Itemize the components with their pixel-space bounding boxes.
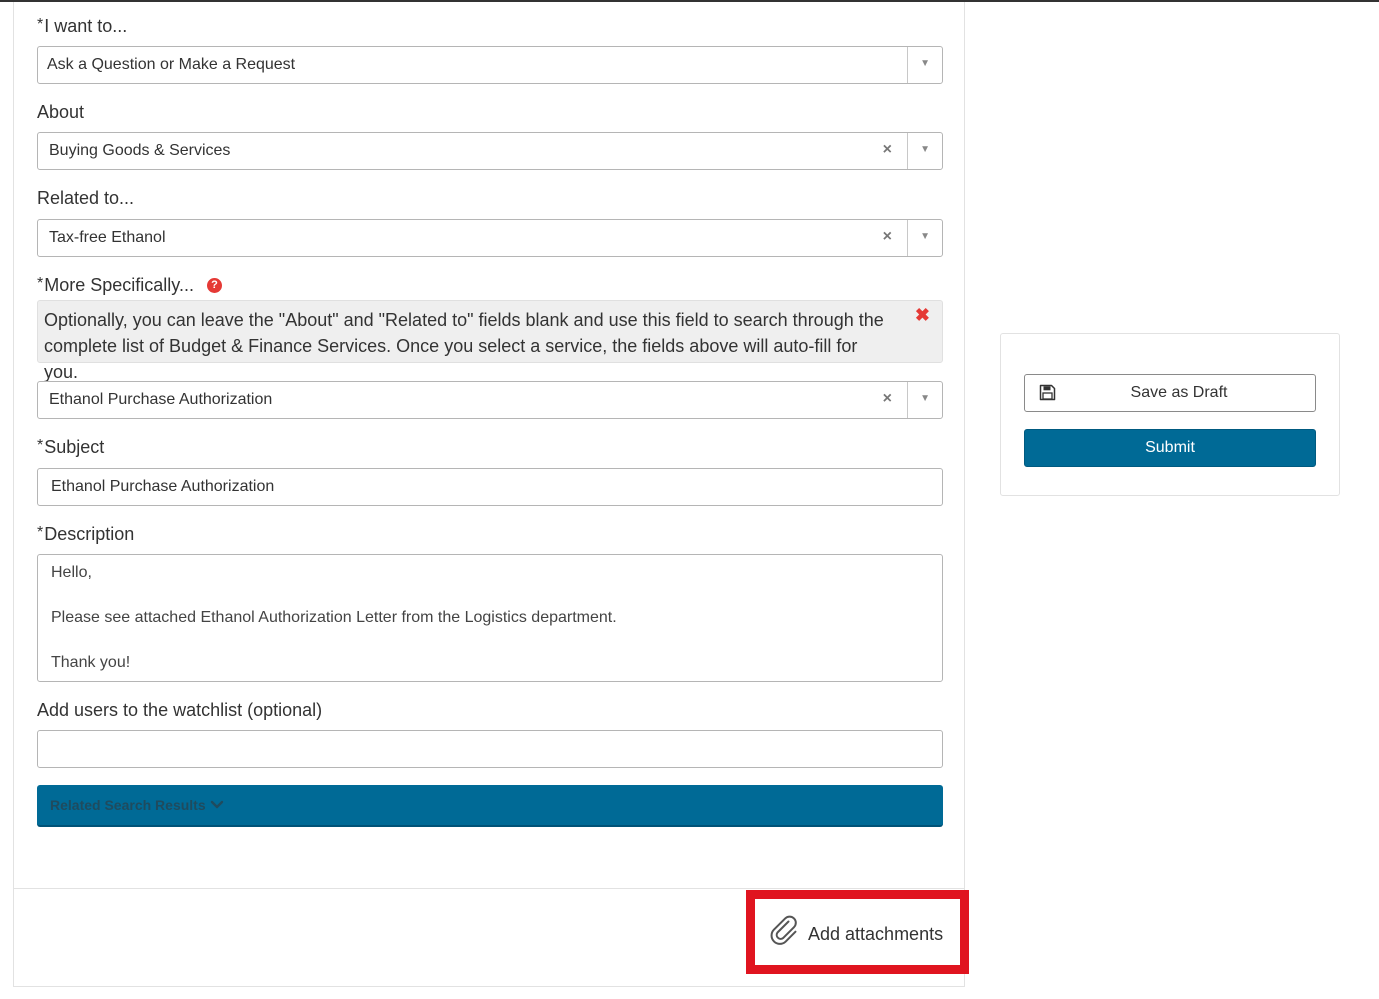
select-divider	[907, 47, 908, 83]
chevron-down-icon	[210, 800, 224, 809]
description-textarea[interactable]: Hello, Please see attached Ethanol Autho…	[37, 554, 943, 682]
required-mark: *	[37, 437, 44, 454]
related-search-results-toggle[interactable]: Related Search Results	[37, 785, 943, 827]
add-attachments-label: Add attachments	[808, 924, 944, 944]
watchlist-label: Add users to the watchlist (optional)	[37, 700, 323, 720]
submit-label: Submit	[1145, 439, 1195, 456]
info-text: Optionally, you can leave the "About" an…	[44, 310, 884, 382]
actions-panel	[1000, 333, 1340, 496]
subject-label: *Subject	[37, 437, 105, 457]
about-label: About	[37, 102, 85, 122]
i-want-to-select[interactable]: Ask a Question or Make a Request ▼	[37, 46, 943, 84]
save-as-draft-label: Save as Draft	[1130, 384, 1228, 401]
help-icon[interactable]: ?	[207, 278, 222, 293]
clear-icon[interactable]: ×	[883, 141, 892, 159]
related-to-label: Related to...	[37, 188, 135, 208]
more-specifically-value: Ethanol Purchase Authorization	[49, 391, 273, 408]
paperclip-icon	[770, 915, 797, 945]
submit-button[interactable]: Submit	[1024, 429, 1316, 467]
chevron-down-icon[interactable]: ▼	[920, 58, 930, 69]
related-to-select[interactable]: Tax-free Ethanol × ▼	[37, 219, 943, 257]
clear-icon[interactable]: ×	[883, 228, 892, 246]
about-value: Buying Goods & Services	[49, 142, 231, 159]
subject-input[interactable]: Ethanol Purchase Authorization	[37, 468, 943, 506]
footer-divider	[14, 888, 965, 889]
select-divider	[907, 382, 908, 418]
related-search-results-label: Related Search Results	[50, 797, 206, 813]
subject-value: Ethanol Purchase Authorization	[51, 478, 275, 495]
close-icon[interactable]: ✖	[915, 305, 930, 326]
description-label: *Description	[37, 524, 135, 544]
i-want-to-value: Ask a Question or Make a Request	[47, 56, 296, 73]
required-mark: *	[37, 524, 44, 541]
required-mark: *	[37, 275, 44, 292]
more-specifically-select[interactable]: Ethanol Purchase Authorization × ▼	[37, 381, 943, 419]
info-message: Optionally, you can leave the "About" an…	[37, 300, 943, 382]
chevron-down-icon[interactable]: ▼	[920, 231, 930, 242]
chevron-down-icon[interactable]: ▼	[920, 393, 930, 404]
clear-icon[interactable]: ×	[883, 390, 892, 408]
chevron-down-icon[interactable]: ▼	[920, 144, 930, 155]
watchlist-input[interactable]	[37, 730, 943, 768]
about-select[interactable]: Buying Goods & Services × ▼	[37, 132, 943, 170]
i-want-to-label: *I want to...	[37, 16, 128, 36]
select-divider	[907, 220, 908, 256]
description-line: Please see attached Ethanol Authorizatio…	[51, 609, 617, 626]
description-line: Hello,	[51, 564, 92, 581]
description-line: Thank you!	[51, 654, 131, 671]
select-divider	[907, 133, 908, 169]
save-as-draft-button[interactable]: Save as Draft	[1024, 374, 1316, 412]
related-to-value: Tax-free Ethanol	[49, 229, 166, 246]
required-mark: *	[37, 16, 44, 33]
more-specifically-label: *More Specifically...	[37, 275, 194, 295]
